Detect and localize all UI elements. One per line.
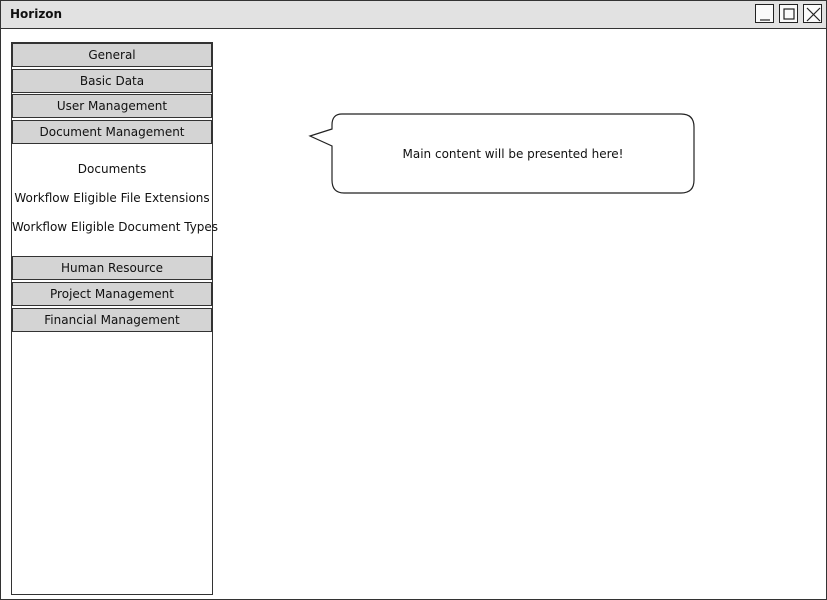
section-user-management[interactable]: User Management xyxy=(12,94,212,118)
menu-item-workflow-file-extensions[interactable]: Workflow Eligible File Extensions xyxy=(12,191,212,205)
section-financial-management[interactable]: Financial Management xyxy=(12,308,212,332)
minimize-button[interactable] xyxy=(755,4,774,23)
section-project-management[interactable]: Project Management xyxy=(12,282,212,306)
minimize-icon xyxy=(760,19,770,21)
menu-item-workflow-document-types[interactable]: Workflow Eligible Document Types xyxy=(12,220,218,234)
menu-item-documents[interactable]: Documents xyxy=(12,162,212,176)
section-document-management[interactable]: Document Management xyxy=(12,120,212,144)
main-content-placeholder: Main content will be presented here! xyxy=(402,147,624,161)
close-button[interactable] xyxy=(803,4,822,23)
close-icon xyxy=(806,7,821,22)
section-basic-data[interactable]: Basic Data xyxy=(12,69,212,93)
maximize-button[interactable] xyxy=(779,4,798,23)
section-general[interactable]: General xyxy=(12,43,212,67)
window-title: Horizon xyxy=(10,7,63,21)
sidebar-accordion: General Basic Data User Management Docum… xyxy=(11,42,218,595)
maximize-icon xyxy=(783,8,795,20)
section-human-resource[interactable]: Human Resource xyxy=(12,256,212,280)
title-bar: Horizon xyxy=(1,1,826,29)
app-window: Horizon General Basic Data User Manageme… xyxy=(0,0,827,600)
